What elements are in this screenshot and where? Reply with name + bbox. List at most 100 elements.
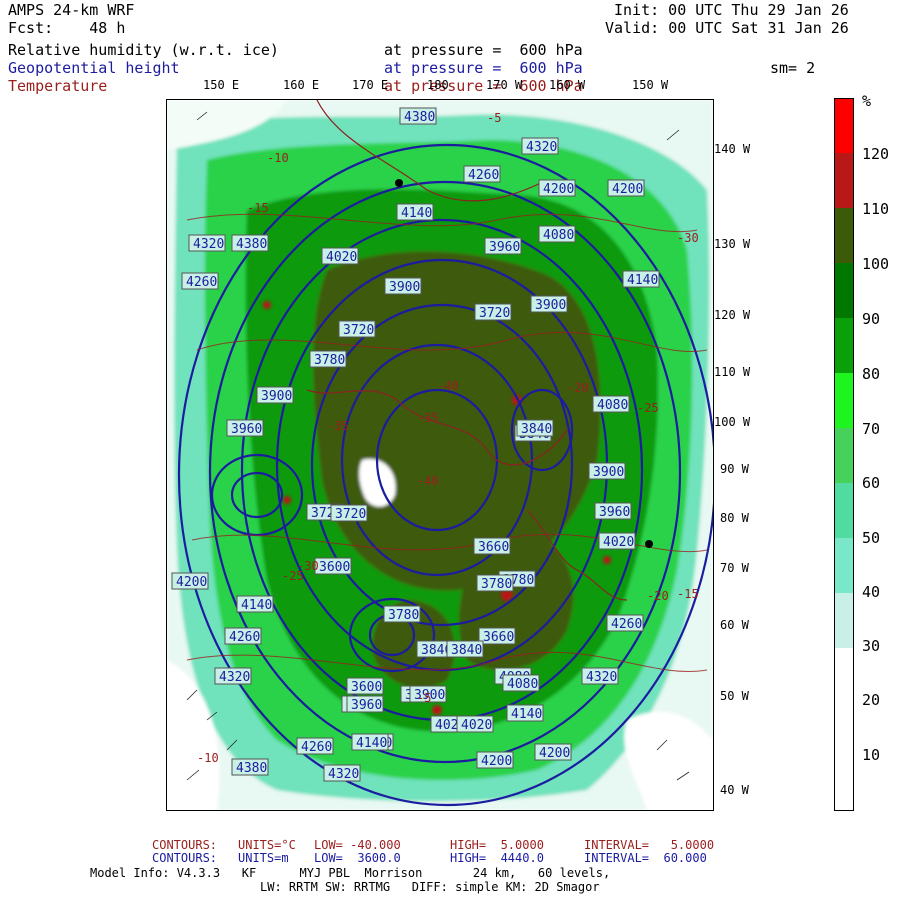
height-label: 3840 (446, 640, 484, 658)
colorbar-segment (835, 208, 853, 263)
temp-contour-high: HIGH= 5.0000 (450, 838, 544, 852)
svg-text:4380: 4380 (404, 110, 435, 125)
height-label: 3960 (484, 237, 522, 255)
lon-label-top: 180 (427, 78, 449, 92)
colorbar-tick: 110 (862, 200, 890, 218)
svg-text:3660: 3660 (478, 540, 509, 555)
svg-text:3780: 3780 (314, 353, 345, 368)
lon-label-right: 140 W (714, 142, 751, 156)
colorbar-tick: 70 (862, 420, 881, 438)
height-label: 3720 (338, 320, 376, 338)
svg-text:4320: 4320 (219, 670, 250, 685)
svg-text:3960: 3960 (351, 698, 382, 713)
svg-text:3780: 3780 (481, 577, 512, 592)
height-label: 3720 (330, 504, 368, 522)
svg-text:4020: 4020 (326, 250, 357, 265)
height-label: 4320 (521, 137, 559, 155)
svg-text:4200: 4200 (539, 746, 570, 761)
valid-time: Valid: 00 UTC Sat 31 Jan 26 (605, 19, 849, 37)
temp-label: -15 (247, 201, 269, 215)
temp-contour-label: CONTOURS: (152, 838, 218, 852)
colorbar-tick: 90 (862, 310, 881, 328)
svg-text:4260: 4260 (611, 617, 642, 632)
colorbar-tick: 40 (862, 583, 881, 601)
lon-label-top: 160 W (549, 78, 586, 92)
svg-text:4080: 4080 (543, 228, 574, 243)
height-label: 3900 (588, 462, 626, 480)
svg-text:3720: 3720 (343, 323, 374, 338)
height-label: 4200 (171, 572, 209, 590)
colorbar-segment (835, 648, 853, 810)
height-label: 4140 (236, 595, 274, 613)
svg-text:4320: 4320 (328, 767, 359, 782)
height-label: 3960 (226, 419, 264, 437)
height-label: 3660 (473, 537, 511, 555)
temp-label: -35 (327, 419, 349, 433)
height-label: 4080 (538, 225, 576, 243)
svg-text:3960: 3960 (231, 422, 262, 437)
colorbar-tick: 20 (862, 691, 881, 709)
height-label: 4200 (538, 179, 576, 197)
colorbar-segment (835, 373, 853, 428)
model-title: AMPS 24-km WRF (8, 1, 135, 19)
lon-label-right: 40 W (720, 783, 749, 797)
svg-text:4080: 4080 (597, 398, 628, 413)
height-label: 4260 (463, 165, 501, 183)
height-label: 3600 (314, 557, 352, 575)
height-label: 4200 (607, 179, 645, 197)
init-time: Init: 00 UTC Thu 29 Jan 26 (614, 1, 849, 19)
lon-label-right: 60 W (720, 618, 749, 632)
lon-label-right: 80 W (720, 511, 749, 525)
field-rh-name: Relative humidity (w.r.t. ice) (8, 41, 279, 59)
temp-label: -40 (417, 474, 439, 488)
svg-text:4200: 4200 (612, 182, 643, 197)
svg-text:4140: 4140 (627, 273, 658, 288)
height-label: 3900 (530, 295, 568, 313)
lon-label-right: 90 W (720, 462, 749, 476)
lon-label-right: 70 W (720, 561, 749, 575)
height-label: 3900 (256, 386, 294, 404)
weather-map: 4380 4320 4260 4200 4140 4080 4020 3960 … (166, 99, 714, 811)
svg-text:4260: 4260 (186, 275, 217, 290)
temp-contour-low: LOW= -40.000 (314, 838, 401, 852)
height-label: 3660 (478, 627, 516, 645)
svg-text:3780: 3780 (388, 608, 419, 623)
colorbar-segment (835, 538, 853, 593)
lon-label-right: 100 W (714, 415, 751, 429)
temp-label: -5 (417, 691, 431, 705)
height-label: 4320 (323, 764, 361, 782)
lon-label-right: 110 W (714, 365, 751, 379)
svg-text:4260: 4260 (301, 740, 332, 755)
height-label: 4380 (231, 234, 269, 252)
station-marker (395, 179, 403, 187)
temp-label: -10 (267, 151, 289, 165)
svg-text:3960: 3960 (599, 505, 630, 520)
height-label: 4320 (214, 667, 252, 685)
height-label: 4020 (456, 715, 494, 733)
svg-text:4380: 4380 (236, 761, 267, 776)
temp-label: -20 (567, 381, 589, 395)
colorbar-segment (835, 483, 853, 538)
svg-text:4320: 4320 (586, 670, 617, 685)
colorbar-segment (835, 99, 853, 153)
colorbar-tick: 10 (862, 746, 881, 764)
height-label: 3900 (384, 277, 422, 295)
smoothing-label: sm= 2 (770, 59, 816, 77)
svg-text:4200: 4200 (481, 754, 512, 769)
svg-text:4020: 4020 (461, 718, 492, 733)
svg-text:4320: 4320 (526, 140, 557, 155)
temp-label: -40 (437, 379, 459, 393)
height-label: 4260 (296, 737, 334, 755)
temp-contour-interval: INTERVAL= 5.0000 (584, 838, 715, 852)
svg-text:4140: 4140 (241, 598, 272, 613)
temp-label: -15 (677, 587, 699, 601)
svg-text:4080: 4080 (507, 677, 538, 692)
height-label: 4260 (224, 627, 262, 645)
colorbar-tick: 100 (862, 255, 890, 273)
height-contour-low: LOW= 3600.0 (314, 851, 401, 865)
height-label: 4080 (502, 674, 540, 692)
svg-text:4320: 4320 (193, 237, 224, 252)
temp-label: -10 (197, 751, 219, 765)
colorbar-tick: 30 (862, 637, 881, 655)
svg-text:3720: 3720 (479, 306, 510, 321)
